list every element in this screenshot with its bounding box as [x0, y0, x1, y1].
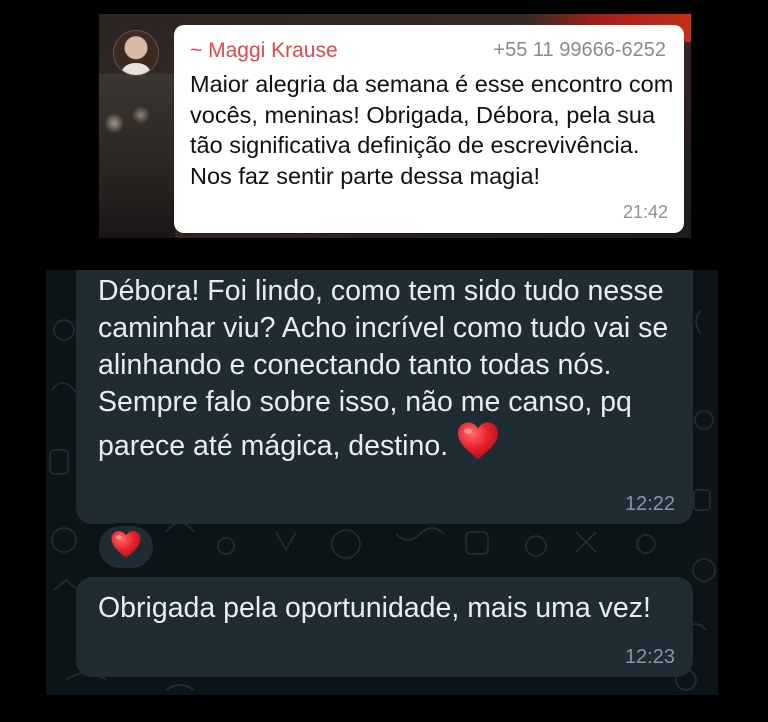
- sender-phone: +55 11 99666-6252: [493, 39, 666, 61]
- top-screenshot: ~ Maggi Krause +55 11 99666-6252 Maior a…: [99, 14, 691, 238]
- red-heart-icon: [456, 421, 500, 471]
- sender-name[interactable]: ~ Maggi Krause: [190, 39, 338, 63]
- message-text: Débora! Foi lindo, como tem sido tudo ne…: [98, 273, 688, 471]
- message-text: Maior alegria da semana é esse encontro …: [190, 71, 674, 189]
- bottom-screenshot: Débora! Foi lindo, como tem sido tudo ne…: [46, 270, 718, 695]
- message-text-content: Débora! Foi lindo, como tem sido tudo ne…: [98, 275, 669, 462]
- reaction-badge[interactable]: [96, 523, 156, 571]
- red-heart-icon: [110, 530, 142, 564]
- message-time: 21:42: [622, 202, 668, 222]
- message-time: 12:23: [624, 646, 675, 668]
- avatar[interactable]: [113, 30, 159, 76]
- message-bubble[interactable]: ~ Maggi Krause +55 11 99666-6252 Maior a…: [174, 25, 684, 233]
- message-bubble[interactable]: Obrigada pela oportunidade, mais uma vez…: [76, 577, 693, 677]
- message-bubble[interactable]: Débora! Foi lindo, como tem sido tudo ne…: [76, 270, 693, 524]
- message-time: 12:22: [624, 493, 675, 515]
- message-text: Obrigada pela oportunidade, mais uma vez…: [98, 592, 651, 624]
- background-photo: [99, 74, 175, 238]
